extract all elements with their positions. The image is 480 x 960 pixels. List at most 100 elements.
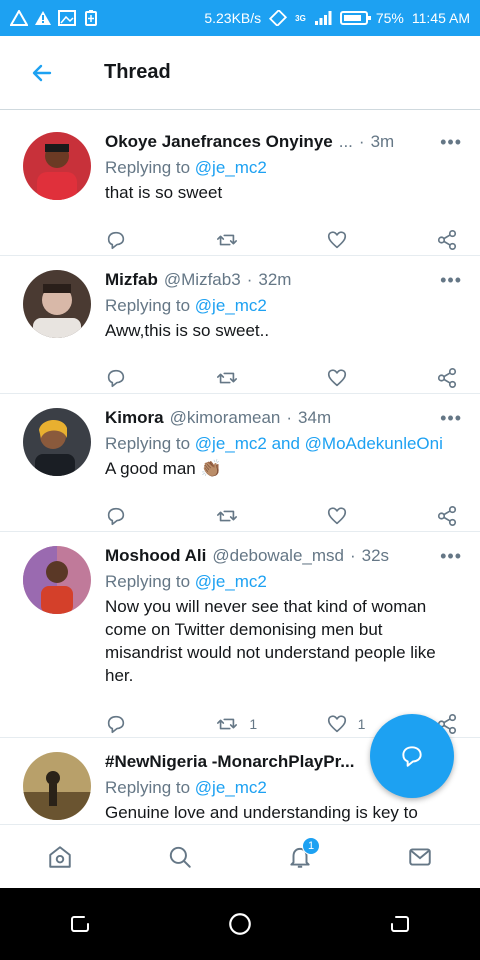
more-options-icon[interactable]: ••• [440, 132, 462, 153]
reply-prefix: Replying to [105, 572, 191, 591]
author-name[interactable]: Okoye Janefrances Onyinye [105, 132, 333, 152]
tweet-text: that is so sweet [105, 183, 223, 202]
reply-button[interactable] [105, 713, 215, 735]
tweet-time: 32s [361, 546, 390, 565]
author-name[interactable]: Moshood Ali [105, 546, 206, 566]
warning-icon [35, 11, 51, 25]
share-button[interactable] [436, 229, 458, 251]
like-button[interactable] [326, 505, 436, 527]
signal-icon [314, 11, 332, 25]
author-name[interactable]: #NewNigeria -MonarchPlayPr... [105, 752, 354, 772]
retweet-icon [217, 718, 238, 730]
time-separator: · [358, 132, 365, 151]
retweet-count: 1 [249, 716, 258, 732]
search-icon [169, 846, 191, 868]
more-options-icon[interactable]: ••• [440, 408, 462, 429]
reply-prefix: Replying to [105, 434, 191, 453]
retweet-button[interactable] [215, 229, 325, 251]
like-button[interactable] [326, 367, 436, 389]
avatar[interactable] [23, 546, 91, 614]
tweet-body: Okoye Janefrances Onyinye ... · 3m ••• R… [105, 130, 462, 204]
tweet-text: Aww,this is so sweet.. [105, 321, 270, 340]
tweet[interactable]: Okoye Janefrances Onyinye ... · 3m ••• R… [0, 118, 480, 256]
nav-notifications[interactable]: 1 [270, 827, 330, 887]
heart-icon [327, 507, 346, 525]
reply-mention[interactable]: @je_mc2 [195, 296, 267, 315]
more-options-icon[interactable]: ••• [440, 546, 462, 567]
time-separator: · [349, 546, 356, 565]
reply-button[interactable] [105, 229, 215, 251]
tweet-header: Mizfab @Mizfab3 · 32m ••• [105, 268, 462, 292]
tweet-text: Genuine love and understanding is key to [105, 803, 418, 822]
status-notifications [10, 10, 100, 26]
tweet-body: Kimora @kimoramean · 34m ••• Replying to… [105, 406, 462, 480]
compose-reply-button[interactable] [370, 714, 454, 798]
author-handle[interactable]: @Mizfab3 [164, 270, 241, 290]
avatar[interactable] [23, 132, 91, 200]
notification-badge: 1 [302, 836, 320, 855]
avatar[interactable] [23, 408, 91, 476]
heart-icon [327, 231, 346, 249]
reply-bubble-icon [402, 746, 422, 767]
tweet-time: 34m [298, 408, 332, 427]
time-separator: · [286, 408, 293, 427]
reply-context: Replying to @je_mc2 and @MoAdekunleOni [105, 432, 462, 456]
share-icon [437, 506, 457, 526]
author-ellipsis: ... [338, 132, 353, 151]
reply-context: Replying to @je_mc2 [105, 570, 462, 594]
reply-context: Replying to @je_mc2 [105, 156, 462, 180]
tweet[interactable]: Moshood Ali @debowale_msd · 32s ••• Repl… [0, 532, 480, 738]
tweet-text: A good man 👏🏽 [105, 457, 462, 480]
author-name[interactable]: Kimora [105, 408, 164, 428]
retweet-button[interactable] [215, 367, 325, 389]
reply-icon [107, 507, 125, 526]
share-button[interactable] [436, 505, 458, 527]
tweet-actions [105, 504, 458, 528]
nav-home[interactable] [30, 827, 90, 887]
more-options-icon[interactable]: ••• [440, 270, 462, 291]
tweet-header: Okoye Janefrances Onyinye ... · 3m ••• [105, 130, 462, 154]
retweet-icon [217, 510, 238, 522]
nav-search[interactable] [150, 827, 210, 887]
avatar[interactable] [23, 752, 91, 820]
tweet-text-content: A good man [105, 459, 196, 478]
retweet-button[interactable]: 1 [215, 713, 325, 735]
tweet-body: Mizfab @Mizfab3 · 32m ••• Replying to @j… [105, 268, 462, 342]
reply-icon [107, 369, 125, 388]
author-handle[interactable]: @kimoramean [170, 408, 281, 428]
heart-icon [327, 369, 346, 387]
status-system: 5.23KB/s 3G 75% 11:45 AM [204, 10, 470, 26]
recent-apps-icon[interactable] [68, 912, 92, 936]
reply-mention[interactable]: @je_mc2 and @MoAdekunleOni [195, 434, 443, 453]
avatar[interactable] [23, 270, 91, 338]
back-button[interactable] [12, 43, 72, 103]
battery-percent: 75% [375, 10, 404, 26]
author-handle[interactable]: @debowale_msd [212, 546, 344, 566]
nav-messages[interactable] [390, 827, 450, 887]
tweet-text: Now you will never see that kind of woma… [105, 597, 436, 685]
tweet[interactable]: Mizfab @Mizfab3 · 32m ••• Replying to @j… [0, 256, 480, 394]
tweet-time: 32m [258, 270, 292, 289]
reply-mention[interactable]: @je_mc2 [195, 572, 267, 591]
reply-button[interactable] [105, 505, 215, 527]
share-button[interactable] [436, 367, 458, 389]
tweet-time: 3m [370, 132, 395, 151]
back-nav-icon[interactable] [388, 912, 412, 936]
retweet-button[interactable] [215, 505, 325, 527]
heart-icon [327, 715, 346, 733]
tweet[interactable]: Kimora @kimoramean · 34m ••• Replying to… [0, 394, 480, 532]
home-icon [49, 845, 71, 868]
reply-mention[interactable]: @je_mc2 [195, 778, 267, 797]
reply-prefix: Replying to [105, 778, 191, 797]
like-button[interactable] [326, 229, 436, 251]
author-name[interactable]: Mizfab [105, 270, 158, 290]
tweet-header: Moshood Ali @debowale_msd · 32s ••• [105, 544, 462, 568]
network-speed: 5.23KB/s [204, 10, 262, 26]
reply-button[interactable] [105, 367, 215, 389]
home-circle-icon[interactable] [227, 911, 253, 937]
app-header: Thread [0, 36, 480, 110]
system-navigation-bar [0, 888, 480, 960]
image-icon [58, 10, 76, 26]
tweet-header: Kimora @kimoramean · 34m ••• [105, 406, 462, 430]
reply-mention[interactable]: @je_mc2 [195, 158, 267, 177]
